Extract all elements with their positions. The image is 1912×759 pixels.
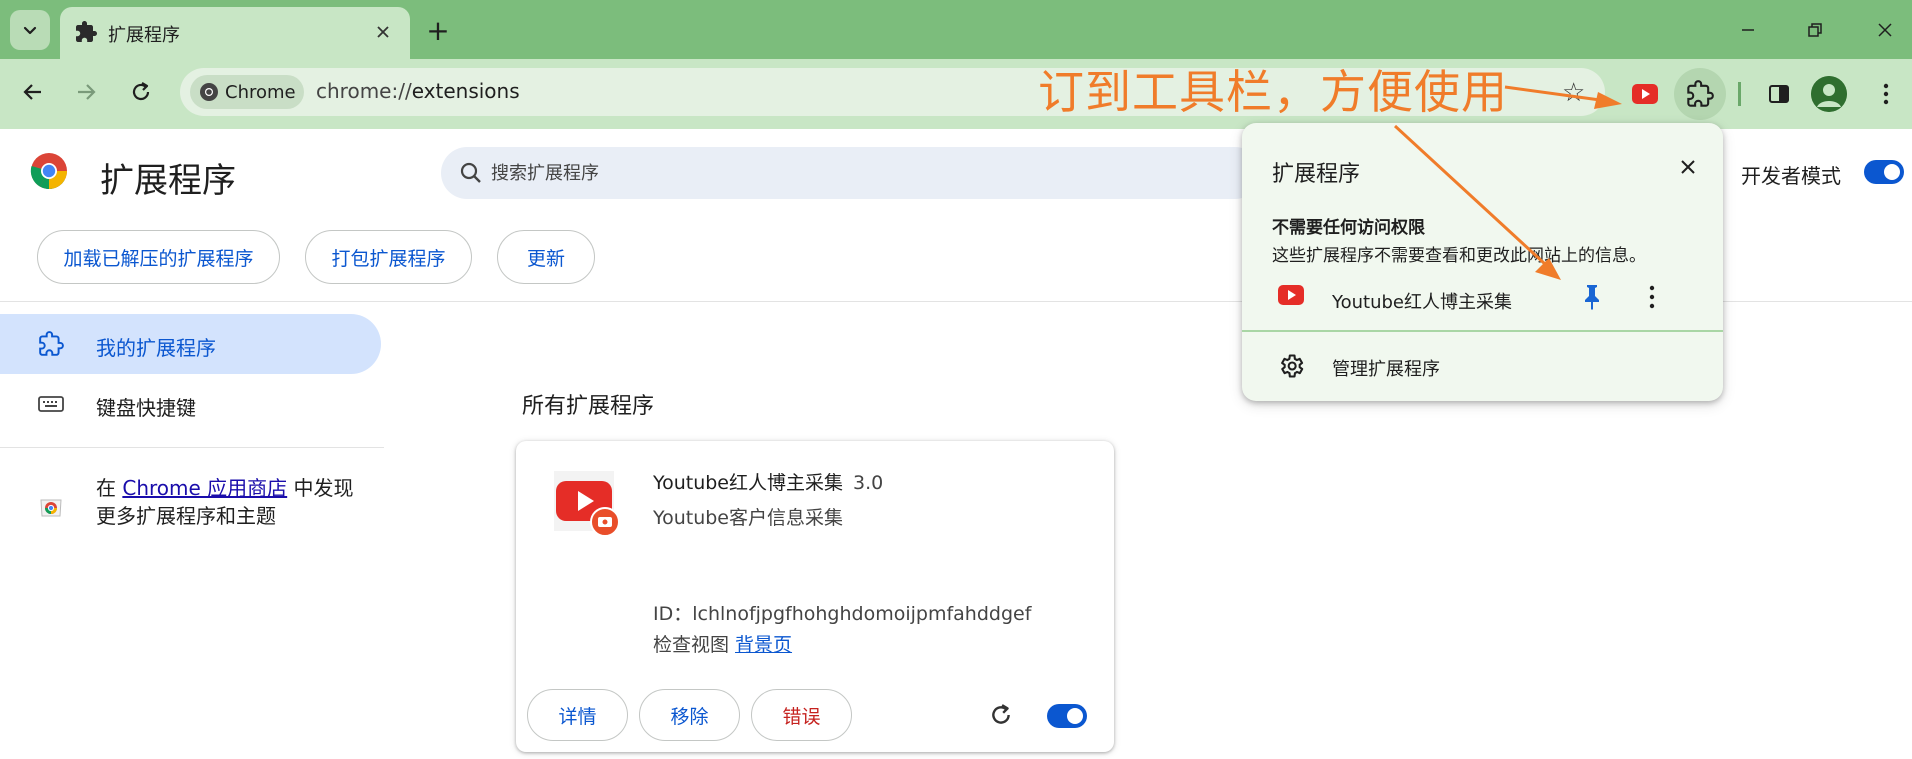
close-icon (1878, 23, 1892, 37)
close-icon (1681, 160, 1695, 174)
extension-id: ID：lchlnofjpgfhohghdomoijpmfahddgef (653, 599, 1031, 626)
more-vert-icon[interactable] (1646, 283, 1658, 311)
pack-extension-button[interactable]: 打包扩展程序 (305, 230, 472, 284)
web-store-icon (40, 499, 62, 517)
chrome-logo-icon (30, 153, 67, 190)
inspect-label: 检查视图 (653, 634, 730, 656)
sidebar-divider (0, 447, 384, 448)
background-page-link[interactable]: 背景页 (735, 634, 792, 656)
reload-icon (992, 704, 1010, 724)
id-label: ID： (653, 603, 693, 625)
restore-icon (1808, 23, 1822, 37)
store-suffix: 中发现 (293, 476, 354, 500)
chrome-logo-icon (200, 83, 218, 101)
extension-name-text: Youtube红人博主采集 (653, 472, 843, 494)
extensions-menu-button[interactable] (1674, 68, 1726, 120)
keyboard-icon (38, 396, 64, 412)
sidebar-item-my-extensions[interactable]: 我的扩展程序 (0, 314, 381, 374)
reload-extension-button[interactable] (989, 703, 1015, 729)
profile-avatar[interactable] (1811, 76, 1847, 112)
chrome-menu-button[interactable] (1866, 74, 1906, 114)
web-store-link[interactable]: Chrome 应用商店 (122, 476, 287, 500)
search-input[interactable] (491, 157, 1191, 189)
close-window-button[interactable] (1862, 8, 1908, 52)
close-icon (377, 26, 389, 38)
extension-enable-toggle[interactable] (1047, 704, 1087, 728)
popup-divider (1242, 330, 1723, 332)
popup-extension-name[interactable]: Youtube红人博主采集 (1332, 288, 1512, 314)
youtube-extension-button[interactable] (1625, 74, 1665, 114)
puzzle-icon (76, 21, 97, 42)
reload-icon (132, 82, 150, 101)
youtube-icon (1632, 84, 1658, 104)
person-icon (1811, 76, 1847, 112)
side-panel-button[interactable] (1759, 74, 1799, 114)
gear-icon (1281, 354, 1304, 378)
puzzle-outline-icon (39, 331, 64, 356)
chevron-down-icon (23, 26, 37, 35)
site-chip[interactable]: Chrome (190, 75, 304, 109)
arrow-left-icon (23, 84, 41, 100)
browser-toolbar: Chrome chrome://extensions ☆ (0, 59, 1912, 129)
web-store-promo: 在 Chrome 应用商店 中发现 更多扩展程序和主题 (96, 474, 386, 530)
manage-extensions-link[interactable]: 管理扩展程序 (1332, 355, 1440, 381)
errors-button[interactable]: 错误 (751, 689, 852, 741)
tab-title: 扩展程序 (108, 25, 180, 46)
toolbar-separator (1738, 82, 1741, 106)
tab-close-button[interactable] (370, 19, 396, 45)
extension-description: Youtube客户信息采集 (653, 507, 843, 529)
sidebar-item-label: 键盘快捷键 (96, 396, 196, 420)
details-button[interactable]: 详情 (527, 689, 628, 741)
minimize-icon (1742, 29, 1754, 31)
dev-mode-toggle[interactable] (1864, 160, 1904, 184)
back-button[interactable] (13, 72, 53, 112)
popup-section-desc: 这些扩展程序不需要查看和更改此网站上的信息。 (1272, 246, 1646, 266)
url-host: extensions (411, 79, 520, 103)
id-value: lchlnofjpgfhohghdomoijpmfahddgef (692, 603, 1032, 625)
restore-button[interactable] (1792, 8, 1838, 52)
tab-search-button[interactable] (10, 10, 50, 50)
site-chip-label: Chrome (225, 82, 296, 103)
puzzle-icon (1687, 80, 1714, 107)
url-scheme: chrome:// (316, 79, 412, 103)
title-bar: 扩展程序 + (0, 0, 1912, 59)
minimize-button[interactable] (1725, 8, 1771, 52)
pin-icon[interactable] (1580, 283, 1604, 311)
url-text: chrome://extensions (316, 79, 520, 103)
sidebar-item-shortcuts[interactable]: 键盘快捷键 (0, 374, 381, 434)
arrow-right-icon (78, 84, 96, 100)
extension-name: Youtube红人博主采集 3.0 (653, 468, 883, 495)
extension-version: 3.0 (853, 472, 884, 494)
dev-mode-label: 开发者模式 (1741, 164, 1841, 188)
store-prefix: 在 (96, 476, 116, 500)
reload-button[interactable] (121, 72, 161, 112)
youtube-icon (1278, 285, 1304, 305)
badge-icon (590, 507, 620, 537)
popup-section-title: 不需要任何访问权限 (1272, 218, 1425, 238)
inspect-views: 检查视图 背景页 (653, 630, 792, 657)
store-line2: 更多扩展程序和主题 (96, 504, 276, 528)
popup-close-button[interactable] (1672, 151, 1704, 183)
sidebar-item-label: 我的扩展程序 (96, 336, 216, 360)
extension-card: Youtube红人博主采集 3.0 Youtube客户信息采集 ID：lchlno… (516, 441, 1114, 752)
camera-icon (598, 517, 612, 527)
update-button[interactable]: 更新 (497, 230, 595, 284)
bookmark-star-icon[interactable]: ☆ (1562, 78, 1585, 108)
popup-title: 扩展程序 (1272, 162, 1361, 187)
extensions-popup: 扩展程序 不需要任何访问权限 这些扩展程序不需要查看和更改此网站上的信息。 Yo… (1242, 123, 1723, 401)
new-tab-button[interactable]: + (420, 14, 456, 47)
more-vert-icon (1883, 83, 1889, 105)
remove-button[interactable]: 移除 (639, 689, 740, 741)
load-unpacked-button[interactable]: 加载已解压的扩展程序 (37, 230, 280, 284)
side-panel-icon (1769, 85, 1789, 103)
tab-extensions[interactable]: 扩展程序 (60, 7, 410, 59)
search-bar[interactable] (441, 147, 1261, 199)
section-title: 所有扩展程序 (522, 394, 655, 419)
search-icon (460, 162, 481, 183)
annotation-text: 订到工具栏，方便使用 (1038, 65, 1508, 119)
forward-button[interactable] (66, 72, 106, 112)
page-title: 扩展程序 (100, 161, 236, 201)
